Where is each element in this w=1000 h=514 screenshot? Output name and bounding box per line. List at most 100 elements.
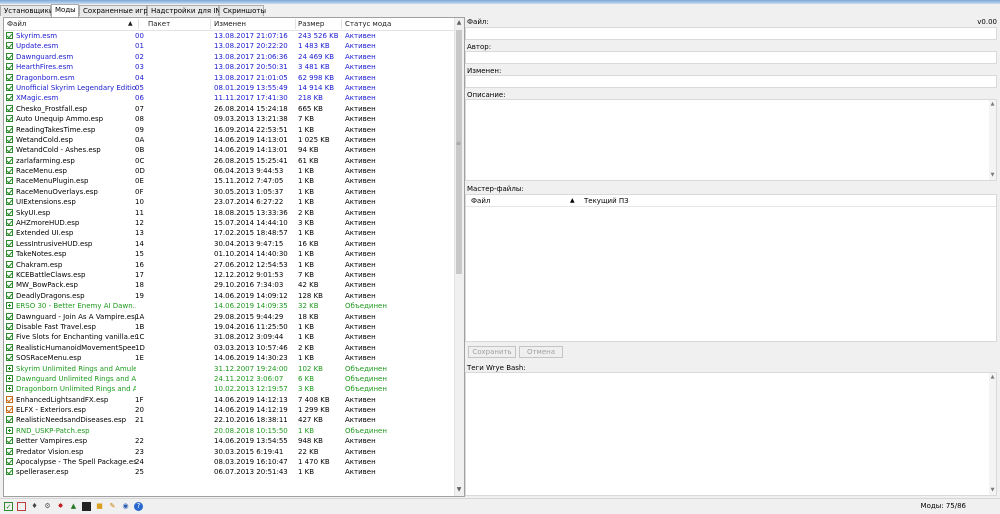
checkbox-icon[interactable] <box>6 281 13 289</box>
table-row[interactable]: Unofficial Skyrim Legendary Editio... 05 0… <box>4 83 456 93</box>
warning-checkbox-icon[interactable] <box>6 406 13 414</box>
table-row[interactable]: Skyrim Unlimited Rings and Amulet... 31.1… <box>4 364 456 374</box>
scroll-up-icon[interactable]: ▲ <box>989 374 996 380</box>
table-row[interactable]: ERSO 30 - Better Enemy AI Dawn... 14.06.2… <box>4 301 456 311</box>
tags-scrollbar[interactable]: ▲ ▼ <box>989 373 996 495</box>
scroll-down-icon[interactable]: ▼ <box>456 486 462 494</box>
edit-icon[interactable]: ✎ <box>108 502 117 511</box>
description-scrollbar[interactable]: ▲ ▼ <box>989 100 996 180</box>
masters-list[interactable]: Файл ▲ Текущий ПЗ <box>465 194 997 342</box>
checkbox-icon[interactable] <box>6 198 13 206</box>
tab-mods[interactable]: Моды <box>51 4 79 17</box>
tab-screenshots[interactable]: Скриншоты <box>219 5 266 16</box>
tab-installers[interactable]: Установщики <box>0 5 53 16</box>
mods-scrollbar[interactable]: ▲ ▼ <box>454 18 464 496</box>
table-row[interactable]: Dragonborn Unlimited Rings and A... 10.02… <box>4 384 456 394</box>
checkbox-icon[interactable] <box>6 115 13 123</box>
table-row[interactable]: Dawnguard - Join As A Vampire.esp 1A 29.08… <box>4 312 456 322</box>
table-row[interactable]: Extended UI.esp 13 17.02.2015 18:48:57 1 KB… <box>4 228 456 238</box>
square-icon[interactable] <box>17 502 26 511</box>
checkbox-icon[interactable] <box>6 104 13 112</box>
checkbox-icon[interactable] <box>6 333 13 341</box>
table-row[interactable]: RND_USKP-Patch.esp 20.08.2018 10:15:50 1 K… <box>4 426 456 436</box>
checkbox-icon[interactable] <box>6 42 13 50</box>
sort-ascending-icon[interactable]: ▲ <box>128 18 133 30</box>
checkbox-icon[interactable] <box>6 270 13 278</box>
table-row[interactable]: Dawnguard Unlimited Rings and A... 24.11.… <box>4 374 456 384</box>
masters-column-current[interactable]: Текущий ПЗ <box>584 197 629 205</box>
star-icon[interactable]: ✸ <box>56 502 65 511</box>
checkbox-icon[interactable] <box>6 187 13 195</box>
table-row[interactable]: WetandCold - Ashes.esp 0B 14.06.2019 14:13… <box>4 145 456 155</box>
table-row[interactable]: RaceMenuPlugin.esp 0E 15.11.2012 7:47:05 1 … <box>4 176 456 186</box>
checkbox-icon[interactable] <box>6 83 13 91</box>
table-row[interactable]: Disable Fast Travel.esp 1B 19.04.2016 11:2… <box>4 322 456 332</box>
checkbox-icon[interactable] <box>6 468 13 476</box>
table-row[interactable]: zarlafarming.esp 0C 26.08.2015 15:25:41 61 … <box>4 156 456 166</box>
checkbox-icon[interactable] <box>6 458 13 466</box>
checkbox-icon[interactable] <box>6 260 13 268</box>
column-divider[interactable] <box>138 19 139 29</box>
masters-column-file[interactable]: Файл <box>471 197 490 205</box>
author-field[interactable] <box>465 51 997 64</box>
checkbox-icon[interactable] <box>6 239 13 247</box>
checkbox-icon[interactable] <box>6 32 13 39</box>
table-row[interactable]: Chakram.esp 16 27.06.2012 12:54:53 1 KB Акти… <box>4 260 456 270</box>
checkbox-icon[interactable] <box>6 354 13 362</box>
checkbox-icon[interactable] <box>6 167 13 175</box>
checkbox-icon[interactable] <box>6 52 13 60</box>
checkbox-icon[interactable]: ✓ <box>4 502 13 511</box>
table-row[interactable]: ReadingTakesTime.esp 09 16.09.2014 22:53:5… <box>4 125 456 135</box>
checkbox-icon[interactable] <box>6 291 13 299</box>
table-row[interactable]: DeadlyDragons.esp 19 14.06.2019 14:09:12 12… <box>4 291 456 301</box>
table-row[interactable]: RealisticHumanoidMovementSpee... 1D 03.03.… <box>4 343 456 353</box>
checkbox-icon[interactable] <box>6 219 13 227</box>
save-button[interactable]: Сохранить <box>468 346 516 358</box>
checkbox-icon[interactable] <box>6 63 13 71</box>
column-file[interactable]: Файл <box>7 18 26 30</box>
table-row[interactable]: ELFX - Exteriors.esp 20 14.06.2019 14:12:1… <box>4 405 456 415</box>
sort-ascending-icon[interactable]: ▲ <box>570 197 575 204</box>
table-row[interactable]: WetandCold.esp 0A 14.06.2019 14:13:01 1 025… <box>4 135 456 145</box>
mail-icon[interactable] <box>82 502 91 511</box>
scrollbar-thumb[interactable] <box>456 30 462 274</box>
checkbox-icon[interactable] <box>6 125 13 133</box>
merged-plus-icon[interactable] <box>6 374 13 382</box>
table-row[interactable]: spelleraser.esp 25 06.07.2013 20:51:43 1 KB… <box>4 467 456 477</box>
checkbox-icon[interactable] <box>6 156 13 164</box>
scroll-up-icon[interactable]: ▲ <box>456 19 462 27</box>
splitter-grip-icon[interactable]: ≡ <box>456 140 461 148</box>
table-row[interactable]: KCEBattleClaws.esp 17 12.12.2012 9:01:53 7 … <box>4 270 456 280</box>
table-row[interactable]: EnhancedLightsandFX.esp 1F 14.06.2019 14:1… <box>4 395 456 405</box>
merged-plus-icon[interactable] <box>6 364 13 372</box>
table-row[interactable]: XMagic.esm 06 11.11.2017 17:41:30 218 KB Акт… <box>4 93 456 103</box>
checkbox-icon[interactable] <box>6 94 13 102</box>
checkbox-icon[interactable] <box>6 146 13 154</box>
table-row[interactable]: Dragonborn.esm 04 13.08.2017 21:01:05 62 99… <box>4 73 456 83</box>
column-package[interactable]: Пакет <box>148 18 170 30</box>
checkbox-icon[interactable] <box>6 416 13 424</box>
table-row[interactable]: RaceMenuOverlays.esp 0F 30.05.2013 1:05:37… <box>4 187 456 197</box>
table-row[interactable]: Dawnguard.esm 02 13.08.2017 21:06:36 24 469… <box>4 52 456 62</box>
scroll-down-icon[interactable]: ▼ <box>989 172 996 178</box>
settings-icon[interactable]: ♦ <box>30 502 39 511</box>
merged-plus-icon[interactable] <box>6 302 13 310</box>
table-row[interactable]: MW_BowPack.esp 18 29.10.2016 7:34:03 42 KB А… <box>4 280 456 290</box>
table-row[interactable]: RealisticNeedsandDiseases.esp 21 22.10.201… <box>4 415 456 425</box>
column-divider[interactable] <box>210 19 211 29</box>
table-row[interactable]: LessIntrusiveHUD.esp 14 30.04.2013 9:47:15… <box>4 239 456 249</box>
checkbox-icon[interactable] <box>6 312 13 320</box>
checkbox-icon[interactable] <box>6 322 13 330</box>
table-row[interactable]: SkyUI.esp 11 18.08.2015 13:33:36 2 KB Активе… <box>4 208 456 218</box>
modified-field[interactable] <box>465 75 997 88</box>
table-row[interactable]: HearthFires.esm 03 13.08.2017 20:50:31 3 48… <box>4 62 456 72</box>
scroll-down-icon[interactable]: ▼ <box>989 487 996 493</box>
checkbox-icon[interactable] <box>6 177 13 185</box>
table-row[interactable]: AHZmoreHUD.esp 12 15.07.2014 14:44:10 3 KB А… <box>4 218 456 228</box>
merged-plus-icon[interactable] <box>6 385 13 393</box>
column-status[interactable]: Статус мода <box>345 18 391 30</box>
column-modified[interactable]: Изменен <box>214 18 246 30</box>
table-row[interactable]: Apocalypse - The Spell Package.esp 24 08.0… <box>4 457 456 467</box>
checkbox-icon[interactable] <box>6 447 13 455</box>
table-row[interactable]: Five Slots for Enchanting vanilla.esp 1C 3… <box>4 332 456 342</box>
